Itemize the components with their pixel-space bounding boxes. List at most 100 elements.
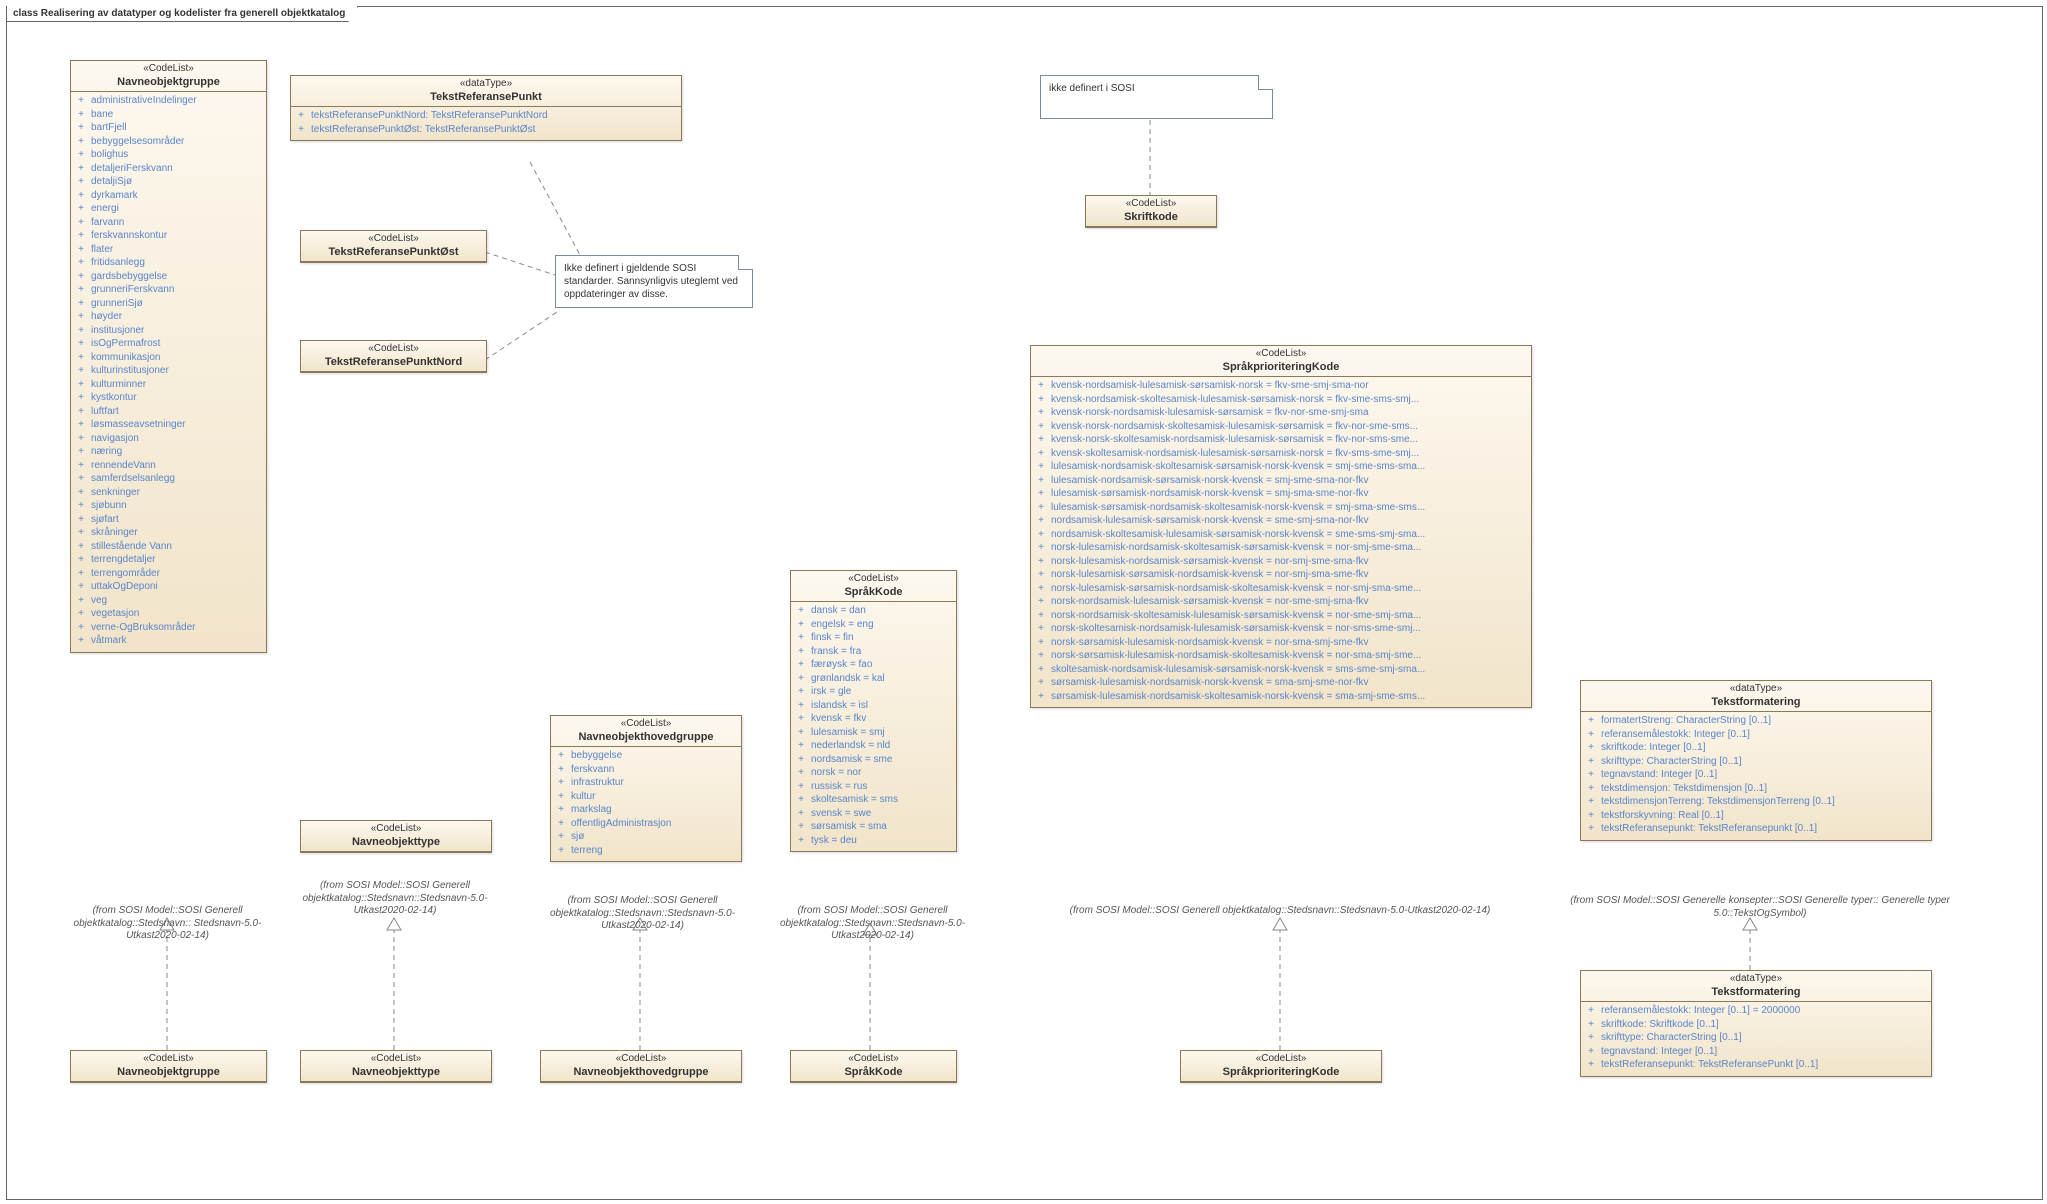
attr-row: +svensk = swe bbox=[797, 807, 950, 821]
attr-row: +dansk = dan bbox=[797, 604, 950, 618]
attr-row: +høyder bbox=[77, 310, 260, 324]
attr-row: +tekstReferansepunkt: TekstReferansepunk… bbox=[1587, 822, 1925, 836]
attr-row: +nordsamisk-lulesamisk-sørsamisk-norsk-k… bbox=[1037, 514, 1525, 528]
stereo: «dataType» bbox=[1585, 683, 1927, 696]
attr-row: +lulesamisk = smj bbox=[797, 726, 950, 740]
class-sprakkode: «CodeList»SpråkKode +dansk = dan+engelsk… bbox=[790, 570, 957, 852]
stereo: «CodeList» bbox=[75, 1053, 262, 1066]
attr-row: +norsk-lulesamisk-sørsamisk-nordsamisk-s… bbox=[1037, 582, 1525, 596]
class-navneobjektgruppe: «CodeList»Navneobjektgruppe +administrat… bbox=[70, 60, 267, 653]
note-sosi-undef: ikke definert i SOSI bbox=[1040, 75, 1273, 119]
attr-row: +norsk-nordsamisk-lulesamisk-sørsamisk-k… bbox=[1037, 595, 1525, 609]
class-sprakkode-bot: «CodeList»SpråkKode bbox=[790, 1050, 957, 1083]
attr-row: +løsmasseavsetninger bbox=[77, 418, 260, 432]
attr-row: +nordsamisk = sme bbox=[797, 753, 950, 767]
class-trpnord: «CodeList»TekstReferansePunktNord bbox=[300, 340, 487, 373]
attr-row: +energi bbox=[77, 202, 260, 216]
note-tekstref: Ikke definert i gjeldende SOSI standarde… bbox=[555, 255, 753, 308]
attr-row: +sjøbunn bbox=[77, 499, 260, 513]
class-navneobjekttype-bot: «CodeList»Navneobjekttype bbox=[300, 1050, 492, 1083]
class-name: Navneobjekthovedgruppe bbox=[555, 731, 737, 745]
attr-row: +norsk-sørsamisk-lulesamisk-nordsamisk-k… bbox=[1037, 636, 1525, 650]
class-name: SpråkKode bbox=[795, 586, 952, 600]
class-name: TekstReferansePunktNord bbox=[305, 356, 482, 370]
attr-row: +sjø bbox=[557, 830, 735, 844]
attr-row: +sørsamisk = sma bbox=[797, 820, 950, 834]
attr-row: +norsk-lulesamisk-nordsamisk-sørsamisk-k… bbox=[1037, 555, 1525, 569]
attr-row: +sørsamisk-lulesamisk-nordsamisk-norsk-k… bbox=[1037, 676, 1525, 690]
class-name: Tekstformatering bbox=[1585, 696, 1927, 710]
stereo: «CodeList» bbox=[545, 1053, 737, 1066]
attr-row: +irsk = gle bbox=[797, 685, 950, 699]
attr-row: +markslag bbox=[557, 803, 735, 817]
attr-row: +norsk-lulesamisk-nordsamisk-skoltesamis… bbox=[1037, 541, 1525, 555]
attr-row: +veg bbox=[77, 594, 260, 608]
attr-row: +skriftkode: Integer [0..1] bbox=[1587, 741, 1925, 755]
attr-row: +isOgPermafrost bbox=[77, 337, 260, 351]
attr-row: +offentligAdministrasjon bbox=[557, 817, 735, 831]
attr-row: +norsk-nordsamisk-skoltesamisk-lulesamis… bbox=[1037, 609, 1525, 623]
class-name: TekstReferansePunktØst bbox=[305, 246, 482, 260]
attr-row: +ferskvannskontur bbox=[77, 229, 260, 243]
attr-row: +norsk-skoltesamisk-nordsamisk-lulesamis… bbox=[1037, 622, 1525, 636]
stereo: «CodeList» bbox=[555, 718, 737, 731]
attr-row: +kvensk = fkv bbox=[797, 712, 950, 726]
caption-navhgrp: (from SOSI Model::SOSI Generell objektka… bbox=[535, 895, 750, 933]
stereo: «CodeList» bbox=[795, 1053, 952, 1066]
attr-row: +norsk-sørsamisk-lulesamisk-nordsamisk-s… bbox=[1037, 649, 1525, 663]
stereo: «dataType» bbox=[1585, 973, 1927, 986]
caption-navtype: (from SOSI Model::SOSI Generell objektka… bbox=[285, 880, 505, 918]
attr-row: +stillestående Vann bbox=[77, 540, 260, 554]
class-sprakprioriteringkode-bot: «CodeList»SpråkprioriteringKode bbox=[1180, 1050, 1382, 1083]
attr-row: +islandsk = isl bbox=[797, 699, 950, 713]
attr-row: +sjøfart bbox=[77, 513, 260, 527]
attr-row: +færøysk = fao bbox=[797, 658, 950, 672]
attr-row: +kvensk-norsk-nordsamisk-skoltesamisk-lu… bbox=[1037, 420, 1525, 434]
attr-row: +norsk = nor bbox=[797, 766, 950, 780]
attr-row: +lulesamisk-sørsamisk-nordsamisk-skoltes… bbox=[1037, 501, 1525, 515]
stereo: «CodeList» bbox=[1185, 1053, 1377, 1066]
class-name: Tekstformatering bbox=[1585, 986, 1927, 1000]
attr-row: +farvann bbox=[77, 216, 260, 230]
attr-row: +gardsbebyggelse bbox=[77, 270, 260, 284]
attr-row: +våtmark bbox=[77, 634, 260, 648]
attr-row: +dyrkamark bbox=[77, 189, 260, 203]
attr-row: +bane bbox=[77, 108, 260, 122]
caption-sprakprio: (from SOSI Model::SOSI Generell objektka… bbox=[1060, 905, 1500, 918]
attr-row: +rennendeVann bbox=[77, 459, 260, 473]
attr-row: +grunneriSjø bbox=[77, 297, 260, 311]
stereo: «CodeList» bbox=[305, 233, 482, 246]
class-navneobjekthovedgruppe-bot: «CodeList»Navneobjekthovedgruppe bbox=[540, 1050, 742, 1083]
attr-row: +tekstdimensjonTerreng: TekstdimensjonTe… bbox=[1587, 795, 1925, 809]
attr-row: +skoltesamisk = sms bbox=[797, 793, 950, 807]
attr-row: +referansemålestokk: Integer [0..1] = 20… bbox=[1587, 1004, 1925, 1018]
attr-row: +kvensk-norsk-nordsamisk-lulesamisk-sørs… bbox=[1037, 406, 1525, 420]
frame-title: class Realisering av datatyper og kodeli… bbox=[6, 6, 358, 22]
attr-row: +skrifttype: CharacterString [0..1] bbox=[1587, 1031, 1925, 1045]
attr-row: +terreng bbox=[557, 844, 735, 858]
class-name: Navneobjektgruppe bbox=[75, 76, 262, 90]
attr-row: +tegnavstand: Integer [0..1] bbox=[1587, 1045, 1925, 1059]
attr-row: +kvensk-norsk-skoltesamisk-nordsamisk-lu… bbox=[1037, 433, 1525, 447]
stereo: «CodeList» bbox=[305, 1053, 487, 1066]
class-tekstformatering-bot: «dataType»Tekstformatering +referansemål… bbox=[1580, 970, 1932, 1077]
attr-row: +bolighus bbox=[77, 148, 260, 162]
attr-row: +ferskvann bbox=[557, 763, 735, 777]
attr-row: +administrativeIndelinger bbox=[77, 94, 260, 108]
attr-row: +senkninger bbox=[77, 486, 260, 500]
attr-row: +fritidsanlegg bbox=[77, 256, 260, 270]
attr-row: +institusjoner bbox=[77, 324, 260, 338]
attr-row: +skoltesamisk-nordsamisk-lulesamisk-sørs… bbox=[1037, 663, 1525, 677]
attr-row: +finsk = fin bbox=[797, 631, 950, 645]
class-navneobjekttype: «CodeList»Navneobjekttype bbox=[300, 820, 492, 853]
attr-row: +kultur bbox=[557, 790, 735, 804]
attr-row: +grunneriFerskvann bbox=[77, 283, 260, 297]
attr-row: +tekstdimensjon: Tekstdimensjon [0..1] bbox=[1587, 782, 1925, 796]
class-name: SpråkprioriteringKode bbox=[1035, 361, 1527, 375]
caption-tekstfmt: (from SOSI Model::SOSI Generelle konsept… bbox=[1560, 895, 1960, 920]
attr-row: +nordsamisk-skoltesamisk-lulesamisk-sørs… bbox=[1037, 528, 1525, 542]
attr-row: +terrengdetaljer bbox=[77, 553, 260, 567]
class-skriftkode: «CodeList»Skriftkode bbox=[1085, 195, 1217, 228]
attr-row: +tekstReferansepunkt: TekstReferansePunk… bbox=[1587, 1058, 1925, 1072]
attr-row: +detaljeriFerskvann bbox=[77, 162, 260, 176]
